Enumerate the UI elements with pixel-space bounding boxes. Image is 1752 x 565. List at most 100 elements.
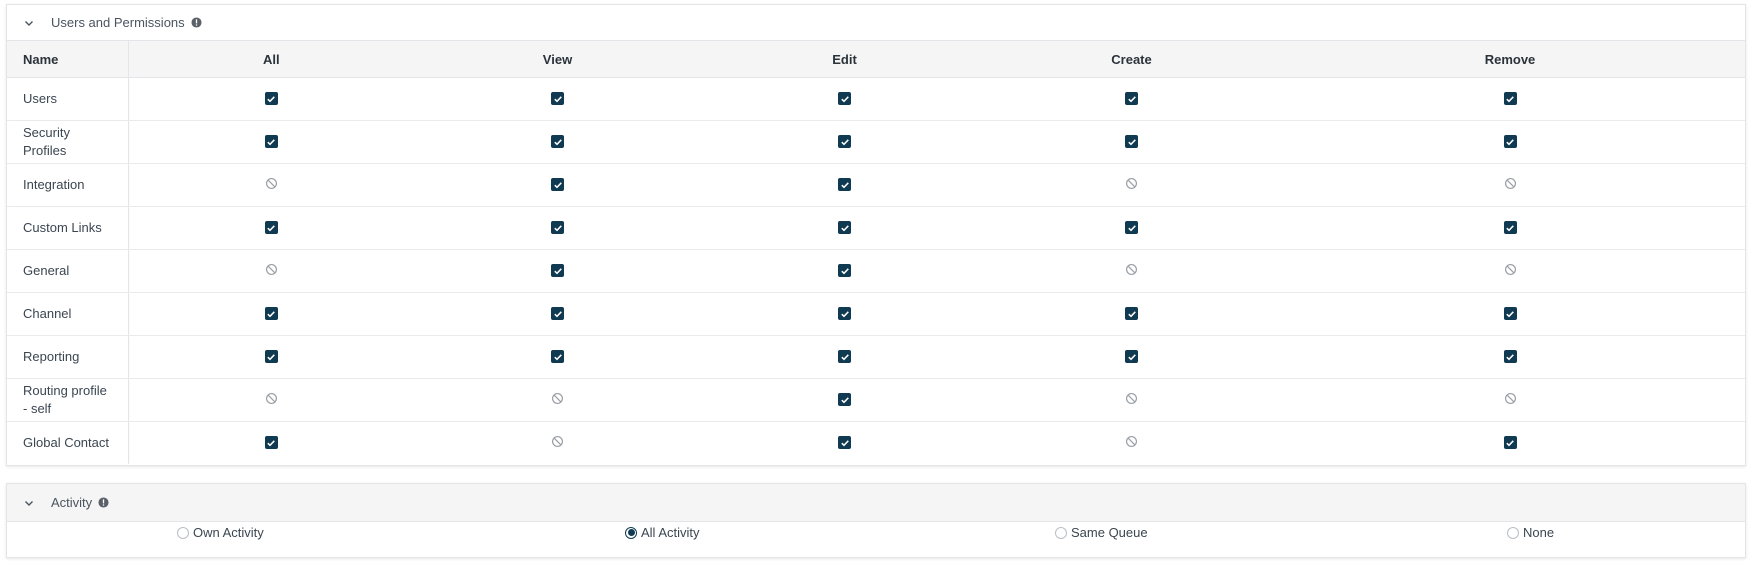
checkbox-checked-icon[interactable] bbox=[838, 436, 851, 449]
not-allowed-icon bbox=[1503, 263, 1517, 277]
checkbox-checked-icon[interactable] bbox=[551, 264, 564, 277]
table-row: Integration bbox=[7, 163, 1745, 207]
checkbox-checked-icon[interactable] bbox=[1503, 436, 1517, 449]
checkbox-checked-icon[interactable] bbox=[1125, 307, 1138, 320]
checkbox-checked-icon[interactable] bbox=[264, 92, 278, 105]
not-allowed-icon bbox=[264, 392, 278, 406]
permission-cell bbox=[701, 163, 988, 207]
activity-radio-group: Own Activity All Activity Same Queue None bbox=[7, 522, 1745, 558]
permission-cell bbox=[1275, 292, 1745, 336]
checkbox-checked-icon[interactable] bbox=[551, 135, 564, 148]
activity-header[interactable]: Activity bbox=[7, 484, 1745, 522]
permission-cell bbox=[701, 120, 988, 164]
checkbox-checked-icon[interactable] bbox=[551, 221, 564, 234]
checkbox-checked-icon[interactable] bbox=[1125, 221, 1138, 234]
radio-label: All Activity bbox=[641, 525, 700, 540]
row-name: Custom Links bbox=[7, 206, 129, 250]
permission-cell bbox=[414, 378, 701, 422]
not-allowed-icon bbox=[1125, 392, 1139, 406]
radio-option-own-activity[interactable]: Own Activity bbox=[177, 525, 264, 540]
chevron-down-icon[interactable] bbox=[23, 497, 35, 509]
checkbox-checked-icon[interactable] bbox=[838, 393, 851, 406]
permission-cell bbox=[1275, 163, 1745, 207]
radio-unselected-icon[interactable] bbox=[177, 526, 189, 539]
permission-cell bbox=[988, 120, 1275, 164]
permission-cell bbox=[414, 292, 701, 336]
permission-cell bbox=[128, 77, 414, 121]
checkbox-checked-icon[interactable] bbox=[1125, 350, 1138, 363]
users-permissions-panel: Users and Permissions Name All View Edit Cre… bbox=[6, 4, 1746, 466]
not-allowed-icon bbox=[551, 392, 565, 406]
radio-option-same-queue[interactable]: Same Queue bbox=[1055, 525, 1148, 540]
permission-cell bbox=[988, 249, 1275, 293]
permission-cell bbox=[128, 249, 414, 293]
checkbox-checked-icon[interactable] bbox=[1503, 350, 1517, 363]
checkbox-checked-icon[interactable] bbox=[551, 178, 564, 191]
checkbox-checked-icon[interactable] bbox=[1125, 135, 1138, 148]
users-permissions-header[interactable]: Users and Permissions bbox=[7, 5, 1745, 41]
info-icon[interactable] bbox=[191, 17, 202, 28]
checkbox-checked-icon[interactable] bbox=[838, 92, 851, 105]
checkbox-checked-icon[interactable] bbox=[551, 307, 564, 320]
row-name: Global Contact bbox=[7, 421, 129, 464]
radio-label: Own Activity bbox=[193, 525, 264, 540]
checkbox-checked-icon[interactable] bbox=[1503, 92, 1517, 105]
table-row: Reporting bbox=[7, 335, 1745, 379]
permission-cell bbox=[701, 249, 988, 293]
radio-option-all-activity[interactable]: All Activity bbox=[625, 525, 700, 540]
checkbox-checked-icon[interactable] bbox=[264, 221, 278, 234]
not-allowed-icon bbox=[264, 263, 278, 277]
permission-cell bbox=[414, 249, 701, 293]
not-allowed-icon bbox=[1503, 392, 1517, 406]
not-allowed-icon bbox=[1125, 263, 1139, 277]
checkbox-checked-icon[interactable] bbox=[264, 307, 278, 320]
permission-cell bbox=[1275, 378, 1745, 422]
permission-cell bbox=[701, 206, 988, 250]
checkbox-checked-icon[interactable] bbox=[551, 350, 564, 363]
not-allowed-icon bbox=[264, 177, 278, 191]
permission-cell bbox=[128, 206, 414, 250]
permission-cell bbox=[1275, 206, 1745, 250]
permission-cell bbox=[128, 292, 414, 336]
permission-cell bbox=[988, 335, 1275, 379]
permission-cell bbox=[701, 77, 988, 121]
radio-selected-icon[interactable] bbox=[625, 526, 637, 539]
checkbox-checked-icon[interactable] bbox=[838, 264, 851, 277]
not-allowed-icon bbox=[551, 435, 565, 449]
permission-cell bbox=[128, 422, 414, 465]
row-name: Security Profiles bbox=[7, 120, 129, 164]
checkbox-checked-icon[interactable] bbox=[838, 178, 851, 191]
radio-unselected-icon[interactable] bbox=[1507, 526, 1519, 539]
permission-cell bbox=[1275, 249, 1745, 293]
not-allowed-icon bbox=[1125, 435, 1139, 449]
checkbox-checked-icon[interactable] bbox=[838, 350, 851, 363]
permission-cell bbox=[1275, 422, 1745, 465]
radio-option-none[interactable]: None bbox=[1507, 525, 1554, 540]
info-icon[interactable] bbox=[98, 497, 109, 508]
permission-cell bbox=[988, 206, 1275, 250]
radio-unselected-icon[interactable] bbox=[1055, 526, 1067, 539]
permission-cell bbox=[988, 163, 1275, 207]
radio-label: Same Queue bbox=[1071, 525, 1148, 540]
permission-cell bbox=[128, 163, 414, 207]
table-header-row: Name All View Edit Create Remove bbox=[7, 41, 1745, 78]
row-name: Reporting bbox=[7, 335, 129, 379]
checkbox-checked-icon[interactable] bbox=[264, 350, 278, 363]
chevron-down-icon[interactable] bbox=[23, 17, 35, 29]
checkbox-checked-icon[interactable] bbox=[838, 307, 851, 320]
checkbox-checked-icon[interactable] bbox=[838, 221, 851, 234]
row-name: Channel bbox=[7, 292, 129, 336]
column-header-name: Name bbox=[7, 41, 129, 78]
checkbox-checked-icon[interactable] bbox=[264, 436, 278, 449]
checkbox-checked-icon[interactable] bbox=[1503, 135, 1517, 148]
permission-cell bbox=[988, 77, 1275, 121]
row-name: Users bbox=[7, 77, 129, 121]
checkbox-checked-icon[interactable] bbox=[1125, 92, 1138, 105]
permission-cell bbox=[128, 120, 414, 164]
checkbox-checked-icon[interactable] bbox=[551, 92, 564, 105]
checkbox-checked-icon[interactable] bbox=[1503, 221, 1517, 234]
checkbox-checked-icon[interactable] bbox=[264, 135, 278, 148]
checkbox-checked-icon[interactable] bbox=[838, 135, 851, 148]
checkbox-checked-icon[interactable] bbox=[1503, 307, 1517, 320]
radio-label: None bbox=[1523, 525, 1555, 540]
